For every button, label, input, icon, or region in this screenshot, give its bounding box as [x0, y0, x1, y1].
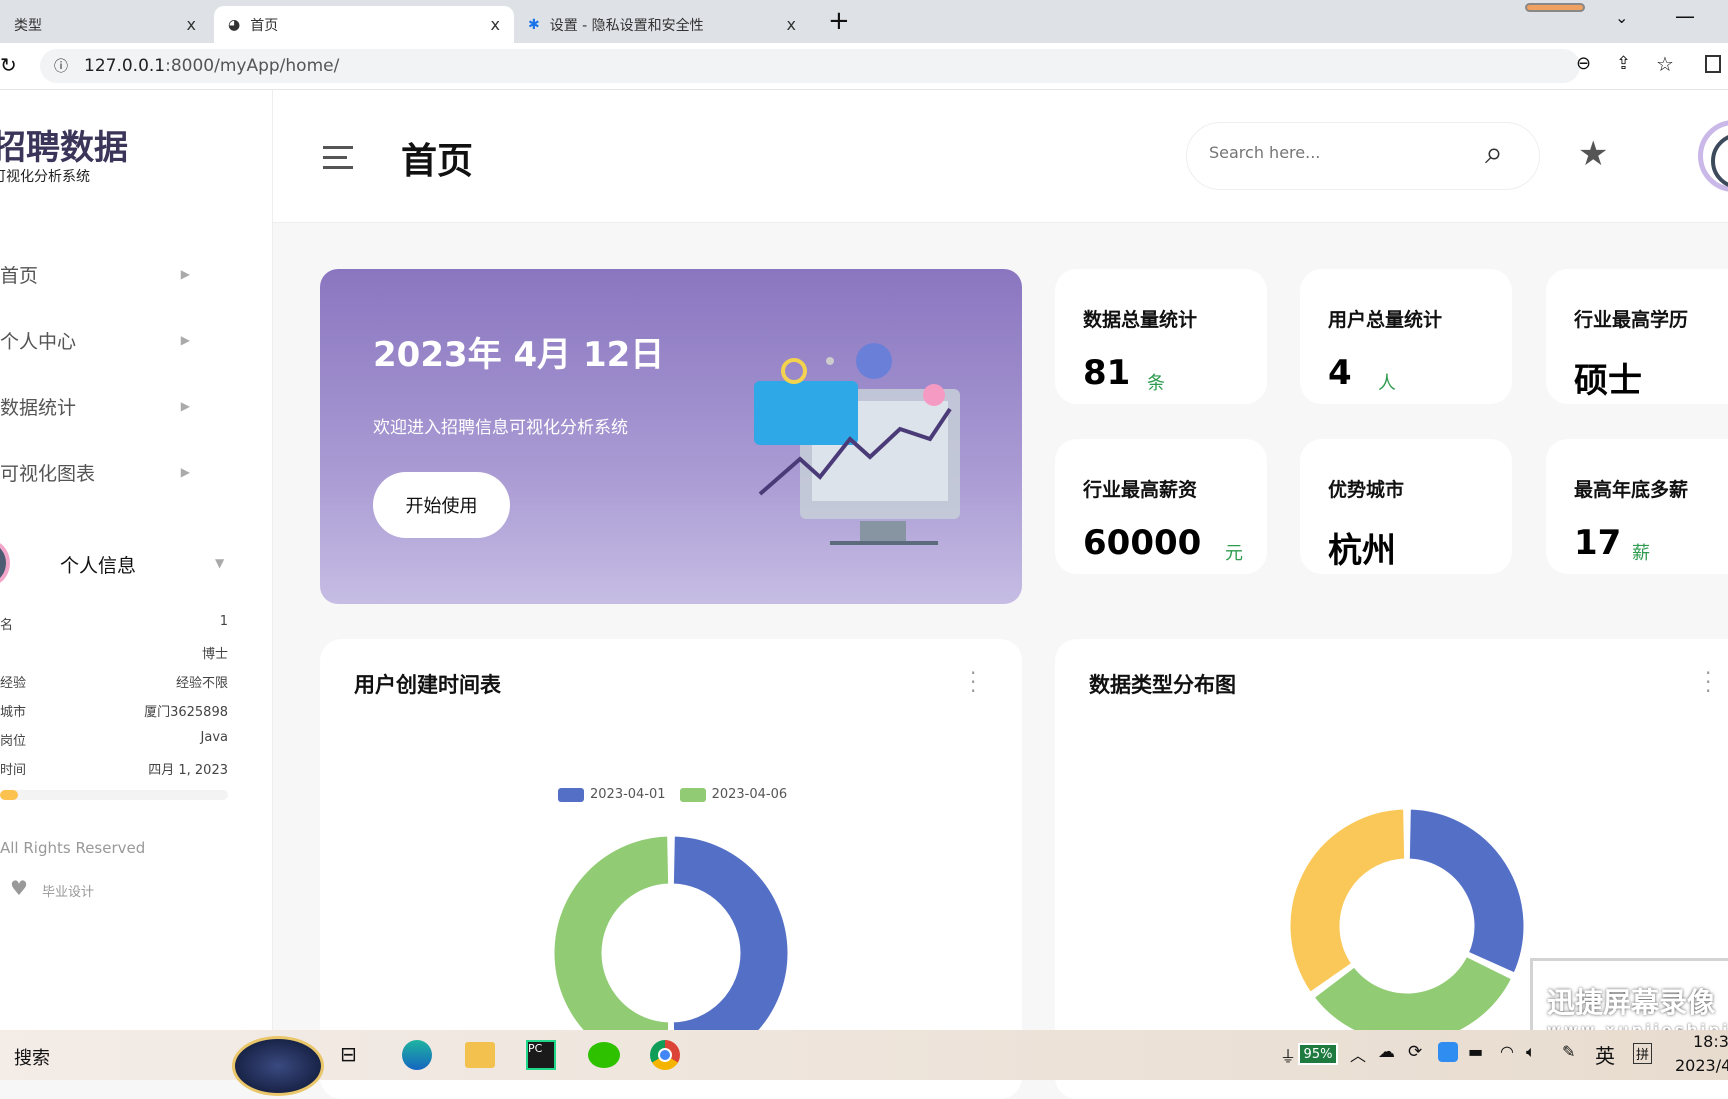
new-tab-button[interactable]: + [828, 6, 850, 36]
chevron-down-icon[interactable]: ⌄ [1615, 8, 1628, 27]
chevron-right-icon: ▶ [180, 399, 190, 413]
caret-down-icon[interactable]: ▼ [215, 556, 224, 570]
pycharm-icon[interactable]: PC [526, 1040, 556, 1070]
search-input[interactable] [1209, 143, 1469, 162]
stat-card-top-city: 优势城市 杭州 [1300, 439, 1512, 574]
stat-card-user-total: 用户总量统计 4 人 [1300, 269, 1512, 404]
star-icon[interactable]: ★ [1578, 134, 1608, 174]
ime-mode[interactable]: 拼 [1633, 1043, 1653, 1064]
profile-row: 城市 厦门3625898 [0, 705, 228, 720]
menu-icon[interactable] [323, 146, 353, 169]
chevron-up-icon[interactable]: ︿ [1350, 1042, 1366, 1066]
copyright: All Rights Reserved [0, 839, 146, 857]
clock-time[interactable]: 18:34 [1693, 1032, 1728, 1051]
gear-icon: ✱ [528, 16, 540, 33]
profile-row: 岗位 Java [0, 730, 228, 749]
sidebar-item-charts[interactable]: 可视化图表 ▶ [0, 452, 200, 492]
wechat-icon[interactable] [588, 1042, 620, 1068]
profile-title[interactable]: 个人信息 [60, 551, 136, 578]
top-header: 首页 ⌕ ★ [273, 90, 1728, 223]
power-icon[interactable]: ▬ [1468, 1042, 1483, 1061]
side-panel-icon[interactable] [1705, 55, 1721, 73]
plug-icon: ⏚ [1280, 1047, 1297, 1066]
banner-welcome: 欢迎进入招聘信息可视化分析系统 [373, 418, 628, 438]
close-tab-icon[interactable]: x [787, 15, 796, 34]
close-tab-icon[interactable]: x [187, 15, 196, 34]
dashboard-illustration [754, 343, 960, 545]
share-icon[interactable]: ⇪ [1616, 53, 1631, 74]
brand-title: 招聘数据 [0, 128, 128, 168]
user-avatar[interactable] [1698, 120, 1728, 192]
clock-date[interactable]: 2023/4/ [1675, 1056, 1728, 1075]
volume-icon[interactable]: 🔈︎ [1526, 1042, 1536, 1062]
search-icon[interactable]: ⌕ [1485, 133, 1503, 172]
stat-card-top-education: 行业最高学历 硕士 [1546, 269, 1728, 404]
profile-row: 时间 四月 1, 2023 [0, 763, 228, 778]
tab-settings[interactable]: ✱ 设置 - 隐私设置和安全性 x [514, 6, 810, 43]
heart-icon: ♥ [10, 876, 28, 900]
bookmark-star-icon[interactable]: ☆ [1656, 52, 1674, 76]
brand-subtitle: 可视化分析系统 [0, 169, 90, 185]
cloud-icon[interactable]: ☁ [1378, 1042, 1395, 1062]
globe-icon: ◕ [228, 16, 241, 33]
profile-row: 名1 [0, 614, 228, 633]
address-bar-row: ↻ ⓘ 127.0.0.1:8000/myApp/home/ ⊖ ⇪ ☆ [0, 43, 1728, 90]
wifi-icon[interactable]: ◠ [1500, 1042, 1514, 1061]
taskbar: 搜索 ⊟ PC ⏚ 95% ︿ ☁ ⟳ ▬ ◠ 🔈︎ ✎ 英 拼 18:34 2… [0, 1030, 1728, 1096]
close-tab-icon[interactable]: x [491, 15, 500, 34]
sidebar: 招聘数据 可视化分析系统 首页 ▶ 个人中心 ▶ 数据统计 ▶ 可视化图表 ▶ 个人信息… [0, 90, 273, 1080]
chevron-right-icon: ▶ [180, 465, 190, 479]
profile-progress [0, 790, 228, 800]
info-icon: ⓘ [54, 59, 68, 75]
battery-indicator[interactable]: 95% [1298, 1043, 1338, 1065]
stat-card-data-total: 数据总量统计 81 条 [1055, 269, 1267, 404]
profile-row: 博士 [201, 647, 228, 662]
file-explorer-icon[interactable] [465, 1042, 495, 1068]
tab-1[interactable]: 类型 x [0, 6, 210, 43]
tab-strip: 类型 x ◕ 首页 x ✱ 设置 - 隐私设置和安全性 x + ⌄ — [0, 0, 1728, 43]
task-view-icon[interactable]: ⊟ [340, 1042, 357, 1066]
minimize-icon[interactable]: — [1675, 4, 1695, 28]
zoom-icon[interactable]: ⊖ [1576, 53, 1591, 74]
profile-row: 经验 经验不限 [0, 676, 228, 691]
welcome-banner: 2023年 4月 12日 欢迎进入招聘信息可视化分析系统 开始使用 [320, 269, 1022, 604]
window-indicator [1525, 3, 1585, 12]
url-input[interactable]: ⓘ 127.0.0.1:8000/myApp/home/ [40, 49, 1580, 83]
donut-slice[interactable] [1406, 806, 1527, 976]
edge-icon[interactable] [402, 1040, 432, 1070]
search-highlight-image [232, 1036, 324, 1096]
pen-icon[interactable]: ✎ [1562, 1042, 1575, 1061]
banner-date: 2023年 4月 12日 [373, 335, 665, 375]
page-title: 首页 [401, 141, 474, 182]
chrome-icon[interactable] [650, 1040, 680, 1070]
sidebar-item-stats[interactable]: 数据统计 ▶ [0, 386, 200, 426]
footer-credit: 毕业设计 [42, 885, 95, 900]
sync-icon[interactable]: ⟳ [1408, 1042, 1422, 1062]
tab-home[interactable]: ◕ 首页 x [214, 6, 514, 43]
chevron-right-icon: ▶ [180, 267, 190, 281]
stat-card-year-end-bonus: 最高年底多薪 17 薪 [1546, 439, 1728, 574]
sidebar-item-home[interactable]: 首页 ▶ [0, 254, 200, 294]
stat-card-top-salary: 行业最高薪资 60000 元 [1055, 439, 1267, 574]
progress-fill [0, 790, 19, 800]
chevron-right-icon: ▶ [180, 333, 190, 347]
start-button[interactable]: 开始使用 [373, 472, 510, 538]
taskbar-search[interactable]: 搜索 [14, 1044, 50, 1070]
donut-slice[interactable] [1287, 806, 1408, 995]
sidebar-item-profile[interactable]: 个人中心 ▶ [0, 320, 200, 360]
search-box[interactable]: ⌕ [1186, 122, 1540, 190]
reload-icon[interactable]: ↻ [0, 53, 17, 77]
ime-language[interactable]: 英 [1595, 1040, 1615, 1069]
app-tray-icon[interactable] [1438, 1042, 1458, 1062]
avatar [0, 540, 10, 586]
